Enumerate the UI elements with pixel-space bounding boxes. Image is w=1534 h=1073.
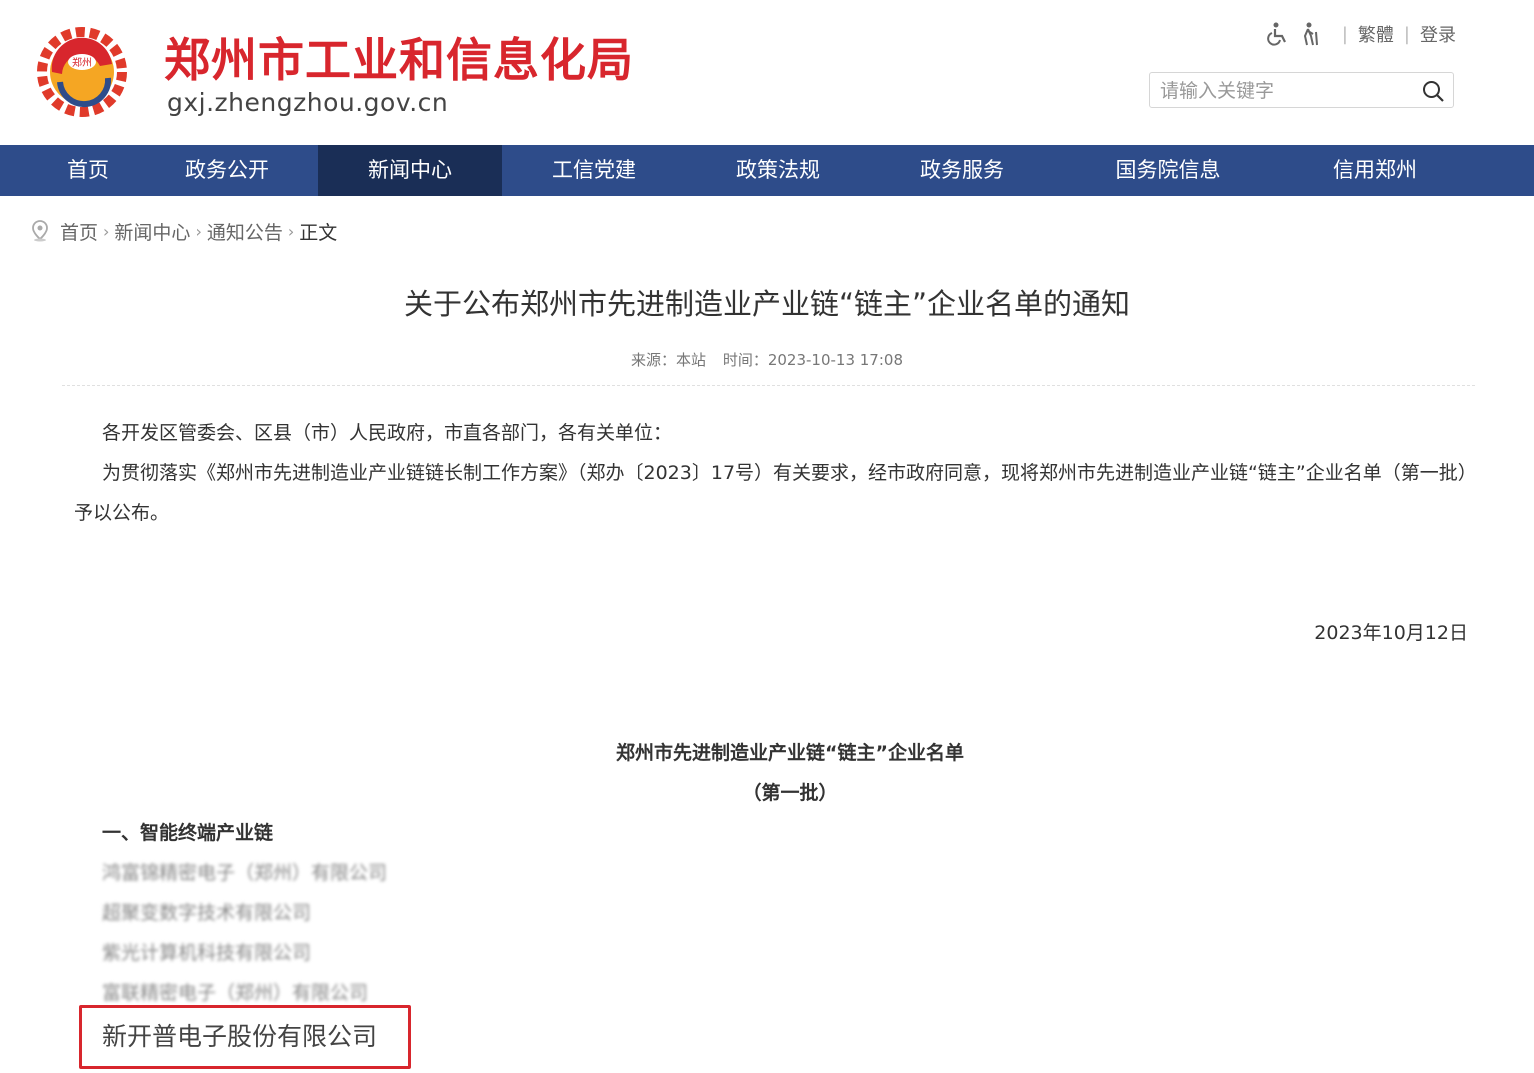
search-box — [1149, 72, 1454, 108]
wheelchair-accessibility-icon[interactable] — [1264, 21, 1290, 47]
nav-item-news-center[interactable]: 新闻中心 — [318, 145, 502, 196]
list-title: 郑州市先进制造业产业链“链主”企业名单 — [616, 742, 964, 764]
section-heading: 一、智能终端产业链 — [102, 822, 274, 844]
article-time: 时间：2023-10-13 17:08 — [722, 351, 903, 369]
nav-item-party-building[interactable]: 工信党建 — [522, 145, 666, 196]
chevron-right-icon: › — [287, 221, 295, 241]
chevron-right-icon: › — [103, 221, 110, 241]
top-tools: | 繁體 | 登录 — [1264, 20, 1456, 48]
article-source: 来源：本站 — [631, 351, 707, 369]
article-body: 为贯彻落实《郑州市先进制造业产业链链长制工作方案》（郑办〔2023〕17号）有关… — [74, 462, 1477, 524]
main-nav: 首页 政务公开 新闻中心 工信党建 政策法规 政务服务 国务院信息 信用郑州 — [0, 145, 1534, 196]
site-header: 郑州 郑州市工业和信息化局 gxj.zhengzhou.gov.cn | 繁體 … — [0, 0, 1534, 145]
list-subtitle: （第一批） — [742, 782, 838, 804]
traditional-chinese-link[interactable]: 繁體 — [1358, 21, 1394, 47]
search-icon[interactable] — [1421, 79, 1445, 103]
nav-item-policies-regulations[interactable]: 政策法规 — [706, 145, 850, 196]
nav-item-state-council-info[interactable]: 国务院信息 — [1088, 145, 1248, 196]
title-divider — [62, 385, 1475, 386]
nav-item-credit-zhengzhou[interactable]: 信用郑州 — [1304, 145, 1446, 196]
article-salutation: 各开发区管委会、区县（市）人民政府，市直各部门，各有关单位： — [102, 422, 673, 444]
nav-item-home[interactable]: 首页 — [38, 145, 138, 196]
emblem-text: 郑州 — [72, 56, 92, 69]
company-list-item: 超聚变数字技术有限公司 — [102, 902, 312, 924]
article-date: 2023年10月12日 — [1314, 622, 1468, 644]
search-input[interactable] — [1158, 76, 1417, 106]
nav-item-government-affairs[interactable]: 政务公开 — [160, 145, 294, 196]
highlighted-company: 新开普电子股份有限公司 — [102, 1022, 378, 1051]
breadcrumb-home[interactable]: 首页 — [60, 218, 98, 245]
company-list-item: 紫光计算机科技有限公司 — [102, 942, 312, 964]
tool-separator: | — [1403, 23, 1410, 45]
breadcrumb-news-center[interactable]: 新闻中心 — [114, 218, 190, 245]
breadcrumb: 首页 › 新闻中心 › 通知公告 › 正文 — [30, 216, 337, 246]
breadcrumb-notices[interactable]: 通知公告 — [207, 218, 283, 245]
chevron-right-icon: › — [195, 221, 202, 241]
nav-item-government-services[interactable]: 政务服务 — [890, 145, 1034, 196]
location-pin-icon — [32, 220, 48, 242]
article-meta: 来源：本站 时间：2023-10-13 17:08 — [0, 348, 1534, 372]
company-list-item: 鸿富锦精密电子（郑州）有限公司 — [102, 862, 388, 884]
tool-separator: | — [1341, 23, 1348, 45]
site-title[interactable]: 郑州市工业和信息化局 — [164, 30, 634, 90]
article-title: 关于公布郑州市先进制造业产业链“链主”企业名单的通知 — [403, 287, 1131, 321]
site-domain: gxj.zhengzhou.gov.cn — [167, 88, 449, 117]
elderly-mode-icon[interactable] — [1298, 21, 1324, 47]
city-emblem-logo[interactable]: 郑州 — [30, 20, 134, 124]
breadcrumb-current: 正文 — [299, 221, 338, 244]
login-link[interactable]: 登录 — [1420, 21, 1456, 47]
